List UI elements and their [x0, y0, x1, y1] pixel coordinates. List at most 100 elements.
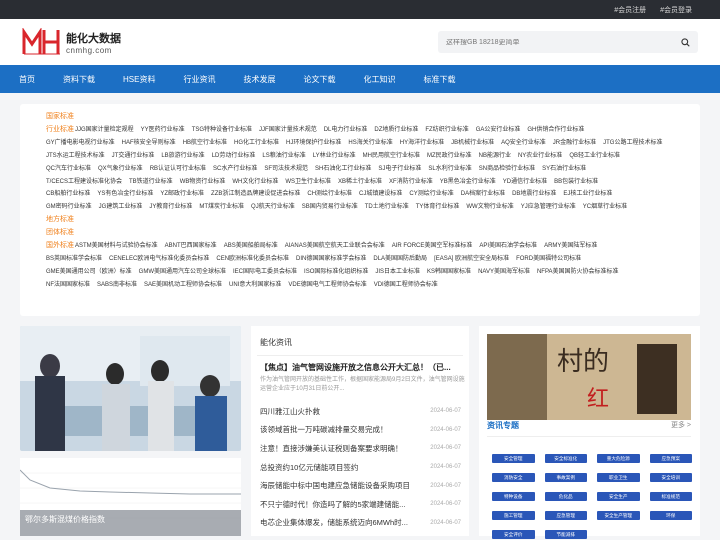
standard-link[interactable]: SY石油行业标准: [542, 166, 586, 172]
news-list-item[interactable]: 海辰储能中标中国电建应急储能设备采购项目 2024-06-07: [257, 476, 469, 495]
topic-tile[interactable]: 安全生产: [597, 492, 640, 501]
standard-link[interactable]: FORD美国福特公司标准: [516, 256, 581, 262]
standard-link[interactable]: HB航空行业标准: [183, 140, 227, 146]
standard-link[interactable]: NAVY美国海军标准: [478, 269, 530, 275]
news-list-item[interactable]: 总投资约10亿元储能项目签约 2024-06-07: [257, 458, 469, 477]
news-list-item[interactable]: 不只宁德时代！你造吗了解的5家端建储能... 2024-06-07: [257, 495, 469, 514]
standard-link[interactable]: BS英国标准学会标准: [46, 256, 102, 262]
standard-link[interactable]: SAE美国机动工程师协会标准: [144, 282, 222, 288]
standard-link[interactable]: HAF核安全导则标准: [122, 140, 176, 146]
news-item-title[interactable]: 注意！直接涉嫌美认证税则备案要求明确！: [260, 443, 403, 454]
featured-news-title[interactable]: 【焦点】油气管网设施开放之信息公开大汇总！（已...: [260, 362, 465, 373]
standard-link[interactable]: YC烟草行业标准: [583, 204, 627, 210]
nav-tech[interactable]: 技术发展: [243, 74, 275, 85]
topic-tile[interactable]: 施工管理: [492, 511, 535, 520]
nav-papers[interactable]: 论文下载: [303, 74, 335, 85]
standard-link[interactable]: MT煤炭行业标准: [199, 204, 244, 210]
news-item-title[interactable]: 不只宁德时代！你造吗了解的5家端建储能...: [260, 499, 405, 510]
standard-link[interactable]: TB铁道行业标准: [129, 179, 173, 185]
standards-category-label[interactable]: 行业标准: [46, 126, 74, 133]
topic-tile[interactable]: 环保: [649, 511, 692, 520]
featured-news[interactable]: 【焦点】油气管网设施开放之信息公开大汇总！（已... 作为油气管网开放的基础性工…: [257, 356, 469, 394]
topic-tile[interactable]: 重大危险源: [597, 454, 640, 463]
standard-link[interactable]: API美国石油学会标准: [479, 243, 537, 249]
standard-link[interactable]: JTG公路工程技术标准: [603, 140, 662, 146]
standard-link[interactable]: MZ民政行业标准: [427, 153, 472, 159]
standards-category-label[interactable]: 国外标准: [46, 242, 74, 249]
standard-link[interactable]: YS有色冶金行业标准: [97, 191, 153, 197]
topic-tile[interactable]: 安全生产管理: [597, 511, 640, 520]
login-link[interactable]: #会员登录: [660, 5, 692, 15]
nav-standards[interactable]: 标准下载: [423, 74, 455, 85]
standard-link[interactable]: WS卫生行业标准: [285, 179, 331, 185]
standard-link[interactable]: RB认证认可行业标准: [150, 166, 206, 172]
standard-link[interactable]: TD土地行业标准: [365, 204, 409, 210]
news-list-item[interactable]: 电芯企业集体爆发，储能系统迈向6MWh时... 2024-06-07: [257, 514, 469, 533]
standard-link[interactable]: JB机械行业标准: [451, 140, 494, 146]
standard-link[interactable]: JG建筑工业标准: [99, 204, 143, 210]
standard-link[interactable]: LB旅游行业标准: [161, 153, 204, 159]
standard-link[interactable]: CENELEC欧洲电气标准化委员会标准: [109, 256, 209, 262]
standard-link[interactable]: LD劳动行业标准: [212, 153, 256, 159]
topic-tile[interactable]: 安全培训: [649, 473, 692, 482]
topic-tile[interactable]: 安全标准化: [544, 454, 587, 463]
standard-link[interactable]: AIANAS美国航空航天工业联合会标准: [285, 243, 385, 249]
standard-link[interactable]: CH测绘行业标准: [307, 191, 352, 197]
standard-link[interactable]: QB轻工业行业标准: [569, 153, 620, 159]
standard-link[interactable]: CEN欧洲标准化委员会标准: [216, 256, 289, 262]
standard-link[interactable]: GMW美国通用汽车公司全球标准: [139, 269, 226, 275]
topics-more-link[interactable]: 更多 >: [671, 420, 691, 431]
topic-tile[interactable]: 节能减排: [544, 530, 587, 539]
news-item-title[interactable]: 该领域首批一万吨碳减排量交易完成！: [260, 424, 388, 435]
news-list-item[interactable]: 该领域首批一万吨碳减排量交易完成！ 2024-06-07: [257, 421, 469, 440]
standard-link[interactable]: WH文化行业标准: [232, 179, 278, 185]
standard-link[interactable]: VDE德国电气工程师协会标准: [288, 282, 366, 288]
standard-link[interactable]: QC汽车行业标准: [46, 166, 91, 172]
standard-link[interactable]: HJ环境保护行业标准: [286, 140, 341, 146]
topic-tile[interactable]: 应急管理: [544, 511, 587, 520]
standard-link[interactable]: YY医药行业标准: [141, 127, 185, 133]
standard-link[interactable]: SJ电子行业标准: [378, 166, 421, 172]
standard-link[interactable]: ARMY美国陆军标准: [544, 243, 597, 249]
search-input[interactable]: [446, 38, 646, 46]
nav-industry-news[interactable]: 行业资讯: [183, 74, 215, 85]
nav-home[interactable]: 首页: [19, 74, 35, 85]
standard-link[interactable]: YD通信行业标准: [503, 179, 547, 185]
topic-tile[interactable]: 安全评价: [492, 530, 535, 539]
standard-link[interactable]: IEC国际电工委员会标准: [233, 269, 297, 275]
standard-link[interactable]: FZ纺织行业标准: [425, 127, 468, 133]
standard-link[interactable]: GH供销合作行业标准: [527, 127, 584, 133]
topic-tile[interactable]: 特种设备: [492, 492, 535, 501]
standard-link[interactable]: UNI意大利国家标准: [229, 282, 281, 288]
standard-link[interactable]: JJF国家计量技术规范: [259, 127, 317, 133]
nav-hse[interactable]: HSE资料: [123, 74, 155, 85]
standard-link[interactable]: EJ核工业行业标准: [563, 191, 612, 197]
standard-link[interactable]: YB黑色冶金行业标准: [440, 179, 496, 185]
news-list-item[interactable]: 四川雅江山火扑救 2024-06-07: [257, 402, 469, 421]
standard-link[interactable]: DA档案行业标准: [461, 191, 505, 197]
standard-link[interactable]: MH民用航空行业标准: [363, 153, 420, 159]
standard-link[interactable]: CB船舶行业标准: [46, 191, 90, 197]
nav-downloads[interactable]: 资料下载: [63, 74, 95, 85]
standard-link[interactable]: SH石油化工行业标准: [315, 166, 371, 172]
standard-link[interactable]: GY广播电影电视行业标准: [46, 140, 115, 146]
news-list-item[interactable]: 注意！直接涉嫌美认证税则备案要求明确！ 2024-06-07: [257, 439, 469, 458]
standard-link[interactable]: CY测绘行业标准: [409, 191, 453, 197]
nav-chem-knowledge[interactable]: 化工知识: [363, 74, 395, 85]
standard-link[interactable]: JT交通行业标准: [112, 153, 155, 159]
standard-link[interactable]: YZ邮政行业标准: [160, 191, 204, 197]
standard-link[interactable]: JIS日本工业标准: [375, 269, 420, 275]
standards-category-label[interactable]: 地方标准: [46, 216, 74, 223]
standard-link[interactable]: WB物资行业标准: [180, 179, 226, 185]
standard-link[interactable]: SABS南非标准: [97, 282, 137, 288]
standard-link[interactable]: AQ安全行业标准: [501, 140, 546, 146]
standard-link[interactable]: QJ航天行业标准: [251, 204, 295, 210]
standard-link[interactable]: NF法国国家标准: [46, 282, 90, 288]
standard-link[interactable]: SC水产行业标准: [213, 166, 257, 172]
news-item-title[interactable]: 电芯企业集体爆发，储能系统迈向6MWh时...: [260, 517, 408, 528]
standard-link[interactable]: NFPA美国国防火协会标准标准: [537, 269, 619, 275]
standard-link[interactable]: HS海关行业标准: [348, 140, 392, 146]
site-logo[interactable]: 能化大数据 cnmhg.com: [22, 28, 121, 56]
topic-tile[interactable]: 应急预案: [649, 454, 692, 463]
standard-link[interactable]: AIR FORCE美国空军标准标准: [392, 243, 473, 249]
